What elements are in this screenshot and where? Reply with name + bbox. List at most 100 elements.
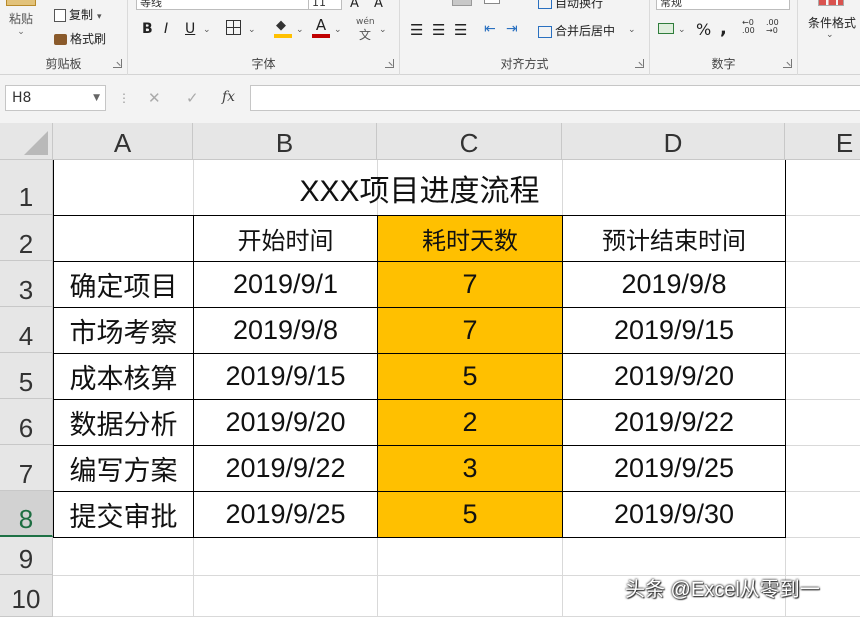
underline-caret[interactable]: ⌄ bbox=[203, 25, 211, 35]
task-cell[interactable]: 数据分析 bbox=[54, 400, 193, 445]
align-left-button[interactable]: ☰ bbox=[410, 21, 423, 39]
orientation-button[interactable] bbox=[484, 0, 500, 4]
font-color-button[interactable]: A bbox=[312, 16, 330, 38]
column-header-e[interactable]: E bbox=[785, 123, 860, 160]
copy-caret[interactable]: ▾ bbox=[97, 12, 102, 22]
enter-icon[interactable]: ✓ bbox=[186, 89, 199, 107]
header-cell-days[interactable]: 耗时天数 bbox=[378, 216, 562, 261]
italic-button[interactable]: I bbox=[164, 21, 168, 37]
font-name-select[interactable]: 等线 bbox=[136, 0, 332, 10]
comma-button[interactable]: , bbox=[720, 18, 727, 39]
bold-button[interactable]: B bbox=[142, 21, 153, 37]
table-title[interactable]: XXX项目进度流程 bbox=[54, 161, 785, 215]
border-caret[interactable]: ⌄ bbox=[248, 25, 256, 35]
row-header-8[interactable]: 8 bbox=[0, 491, 53, 537]
header-cell-end[interactable]: 预计结束时间 bbox=[563, 216, 785, 261]
align-right-button[interactable]: ☰ bbox=[454, 21, 467, 39]
font-launcher-icon[interactable] bbox=[385, 59, 394, 68]
phonetic-button[interactable]: wén 文 bbox=[356, 17, 375, 43]
conditional-format-caret[interactable]: ⌄ bbox=[826, 30, 834, 40]
column-header-a[interactable]: A bbox=[53, 123, 193, 160]
paste-caret[interactable]: ⌄ bbox=[6, 27, 36, 37]
underline-button[interactable]: U bbox=[185, 21, 195, 37]
end-date-cell[interactable]: 2019/9/15 bbox=[563, 308, 785, 353]
end-date-cell[interactable]: 2019/9/22 bbox=[563, 400, 785, 445]
conditional-format-icon bbox=[818, 0, 844, 6]
grow-font-button[interactable]: A bbox=[350, 0, 359, 11]
end-date-cell[interactable]: 2019/9/25 bbox=[563, 446, 785, 491]
decrease-decimal-button[interactable]: .00 →0 bbox=[766, 19, 779, 35]
currency-format-button[interactable] bbox=[658, 21, 674, 34]
end-date-cell[interactable]: 2019/9/8 bbox=[563, 262, 785, 307]
start-date-cell[interactable]: 2019/9/15 bbox=[194, 354, 377, 399]
row-header-10[interactable]: 10 bbox=[0, 575, 53, 617]
copy-button[interactable]: 复制 ▾ bbox=[54, 6, 102, 23]
paste-button[interactable]: 粘贴 ⌄ bbox=[6, 0, 36, 37]
row-header-4[interactable]: 4 bbox=[0, 307, 53, 353]
wrap-text-icon bbox=[538, 0, 552, 9]
end-date-cell[interactable]: 2019/9/20 bbox=[563, 354, 785, 399]
phonetic-caret[interactable]: ⌄ bbox=[379, 25, 387, 35]
clipboard-launcher-icon[interactable] bbox=[113, 59, 122, 68]
row-header-5[interactable]: 5 bbox=[0, 353, 53, 399]
start-date-cell[interactable]: 2019/9/22 bbox=[194, 446, 377, 491]
middle-align-button[interactable] bbox=[452, 0, 472, 6]
fill-color-button[interactable]: ◆ bbox=[274, 18, 292, 38]
days-cell[interactable]: 2 bbox=[378, 400, 562, 445]
increase-indent-button[interactable]: ⇥ bbox=[506, 21, 518, 37]
wrap-text-button[interactable]: 自动换行 bbox=[538, 0, 603, 11]
merge-center-caret[interactable]: ⌄ bbox=[628, 25, 636, 35]
number-launcher-icon[interactable] bbox=[783, 59, 792, 68]
merge-center-button[interactable]: 合并后居中 bbox=[538, 22, 615, 39]
start-date-cell[interactable]: 2019/9/1 bbox=[194, 262, 377, 307]
clipboard-group-label: 剪贴板 bbox=[45, 57, 82, 71]
row-header-7[interactable]: 7 bbox=[0, 445, 53, 491]
shrink-font-button[interactable]: A bbox=[374, 0, 383, 11]
row-header-2[interactable]: 2 bbox=[0, 215, 53, 261]
header-cell-task[interactable] bbox=[54, 216, 193, 261]
name-box-dropdown-icon[interactable]: ▼ bbox=[93, 86, 100, 110]
border-button[interactable] bbox=[226, 20, 241, 35]
currency-caret[interactable]: ⌄ bbox=[678, 25, 686, 35]
decrease-indent-button[interactable]: ⇤ bbox=[484, 21, 496, 37]
percent-button[interactable]: % bbox=[696, 20, 711, 39]
select-all-corner[interactable] bbox=[0, 123, 53, 160]
conditional-format-button[interactable]: 条件格式 bbox=[808, 14, 856, 31]
alignment-launcher-icon[interactable] bbox=[635, 59, 644, 68]
days-cell[interactable]: 7 bbox=[378, 308, 562, 353]
header-cell-start[interactable]: 开始时间 bbox=[194, 216, 377, 261]
column-header-c[interactable]: C bbox=[377, 123, 562, 160]
days-cell[interactable]: 5 bbox=[378, 492, 562, 537]
merge-center-label: 合并后居中 bbox=[555, 24, 616, 38]
days-cell[interactable]: 5 bbox=[378, 354, 562, 399]
font-color-caret[interactable]: ⌄ bbox=[334, 25, 342, 35]
increase-decimal-button[interactable]: ←0.00 bbox=[742, 19, 755, 35]
fill-color-caret[interactable]: ⌄ bbox=[296, 25, 304, 35]
start-date-cell[interactable]: 2019/9/20 bbox=[194, 400, 377, 445]
insert-function-icon[interactable]: fx bbox=[222, 89, 235, 105]
task-cell[interactable]: 成本核算 bbox=[54, 354, 193, 399]
days-cell[interactable]: 7 bbox=[378, 262, 562, 307]
align-center-button[interactable]: ☰ bbox=[432, 21, 445, 39]
task-cell[interactable]: 提交审批 bbox=[54, 492, 193, 537]
name-box[interactable]: H8 ▼ bbox=[5, 85, 106, 111]
end-date-cell[interactable]: 2019/9/30 bbox=[563, 492, 785, 537]
task-cell[interactable]: 确定项目 bbox=[54, 262, 193, 307]
column-header-d[interactable]: D bbox=[562, 123, 785, 160]
row-header-6[interactable]: 6 bbox=[0, 399, 53, 445]
start-date-cell[interactable]: 2019/9/8 bbox=[194, 308, 377, 353]
row-header-3[interactable]: 3 bbox=[0, 261, 53, 307]
formula-input[interactable] bbox=[250, 85, 860, 111]
row-header-9[interactable]: 9 bbox=[0, 537, 53, 575]
row-header-1[interactable]: 1 bbox=[0, 160, 53, 215]
days-cell[interactable]: 3 bbox=[378, 446, 562, 491]
cancel-icon[interactable]: ✕ bbox=[148, 89, 161, 107]
start-date-cell[interactable]: 2019/9/25 bbox=[194, 492, 377, 537]
font-size-select[interactable]: 11 bbox=[308, 0, 342, 10]
number-format-select[interactable]: 常规 bbox=[656, 0, 790, 10]
task-cell[interactable]: 市场考察 bbox=[54, 308, 193, 353]
task-cell[interactable]: 编写方案 bbox=[54, 446, 193, 491]
format-painter-button[interactable]: 格式刷 bbox=[54, 30, 106, 47]
column-header-b[interactable]: B bbox=[193, 123, 377, 160]
copy-icon bbox=[54, 9, 66, 22]
